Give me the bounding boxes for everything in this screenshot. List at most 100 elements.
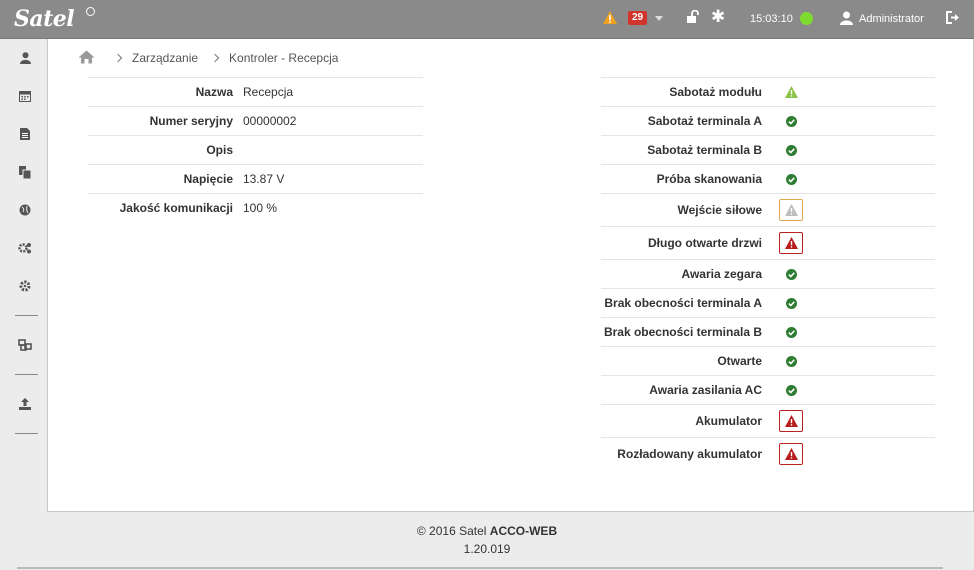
check-circle-icon	[779, 263, 803, 285]
footer: © 2016 Satel ACCO-WEB 1.20.019	[0, 522, 974, 558]
info-label: Jakość komunikacji	[119, 201, 233, 215]
logo-mark-icon	[86, 7, 95, 16]
check-circle-icon	[779, 292, 803, 314]
footer-copyright: © 2016 Satel	[416, 524, 487, 538]
check-circle-icon	[779, 139, 803, 161]
check-circle-icon	[779, 168, 803, 190]
footer-version: 1.20.019	[463, 542, 511, 556]
footer-product: ACCO-WEB	[489, 524, 558, 538]
sidebar-divider	[15, 433, 38, 434]
alarm-icon[interactable]	[779, 410, 803, 432]
status-row: Awaria zasilania AC	[601, 375, 935, 404]
info-row: Napięcie 13.87 V	[88, 164, 423, 193]
gear-icon	[19, 280, 31, 292]
clock: 15:03:10	[750, 13, 793, 25]
info-row: Jakość komunikacji 100 %	[88, 193, 423, 222]
status-row: Otwarte	[601, 346, 935, 375]
main-panel: Zarządzanie Kontroler - Recepcja Nazwa R…	[47, 39, 974, 512]
sidebar-divider	[15, 374, 38, 375]
sidebar-item-settings[interactable]	[17, 278, 33, 294]
alarm-icon[interactable]	[779, 443, 803, 465]
upload-icon	[19, 398, 31, 410]
info-row: Numer seryjny 00000002	[88, 106, 423, 135]
status-row: Sabotaż terminala B	[601, 135, 935, 164]
breadcrumb-current: Kontroler - Recepcja	[229, 51, 339, 65]
alarm-icon[interactable]	[779, 232, 803, 254]
connection-status-icon	[800, 12, 813, 25]
calendar-icon	[19, 91, 31, 102]
breadcrumb-item[interactable]: Zarządzanie	[132, 51, 198, 65]
sidebar-item-reports[interactable]	[17, 126, 33, 142]
unlock-icon[interactable]	[687, 9, 701, 29]
status-label: Rozładowany akumulator	[617, 447, 762, 461]
status-label: Awaria zegara	[681, 267, 763, 281]
copy-icon	[19, 165, 31, 179]
status-row: Akumulator	[601, 404, 935, 437]
info-value: Recepcja	[243, 85, 294, 99]
info-row: Opis	[88, 135, 423, 164]
sidebar-item-users[interactable]	[17, 50, 33, 66]
status-row: Rozładowany akumulator	[601, 437, 935, 470]
status-label: Sabotaż modułu	[669, 85, 762, 99]
status-label: Sabotaż terminala A	[647, 114, 762, 128]
network-icon	[17, 339, 32, 351]
status-row: Długo otwarte drzwi	[601, 226, 935, 259]
info-label: Napięcie	[183, 172, 233, 186]
check-circle-icon	[779, 379, 803, 401]
status-row: Awaria zegara	[601, 259, 935, 288]
status-label: Wejście siłowe	[677, 203, 763, 217]
status-row: Próba skanowania	[601, 164, 935, 193]
asterisk-icon[interactable]: ✱	[711, 7, 725, 27]
info-label: Opis	[206, 143, 233, 157]
user-icon[interactable]	[840, 11, 853, 30]
info-row: Nazwa Recepcja	[88, 77, 423, 106]
check-circle-icon	[779, 321, 803, 343]
globe-icon	[19, 204, 31, 216]
info-label: Numer seryjny	[149, 114, 233, 128]
controller-info-table: Nazwa Recepcja Numer seryjny 00000002 Op…	[88, 77, 423, 222]
status-row: Brak obecności terminala A	[601, 288, 935, 317]
warning-icon	[779, 81, 803, 103]
status-row: Sabotaż terminala A	[601, 106, 935, 135]
status-label: Brak obecności terminala B	[603, 325, 762, 339]
status-label: Akumulator	[695, 414, 762, 428]
chevron-down-icon[interactable]	[655, 16, 663, 21]
document-icon	[20, 128, 30, 140]
status-row: Brak obecności terminala B	[601, 317, 935, 346]
top-bar: Satel 29 ✱ 15:03:10 Administrator	[0, 0, 974, 39]
breadcrumb: Zarządzanie Kontroler - Recepcja	[78, 49, 338, 67]
sidebar	[0, 39, 48, 570]
user-name[interactable]: Administrator	[859, 13, 924, 25]
check-circle-icon	[779, 350, 803, 372]
chevron-right-icon	[113, 53, 123, 63]
info-value: 100 %	[243, 201, 278, 215]
satel-logo: Satel	[14, 6, 75, 32]
sidebar-divider	[15, 315, 38, 316]
user-icon	[19, 52, 31, 64]
warning-icon[interactable]	[603, 11, 617, 29]
status-row: Sabotaż modułu	[601, 77, 935, 106]
status-label: Brak obecności terminala A	[604, 296, 762, 310]
status-table: Sabotaż modułu Sabotaż terminala A Sabotaż…	[601, 77, 935, 470]
info-label: Nazwa	[195, 85, 233, 99]
status-label: Otwarte	[717, 354, 762, 368]
sidebar-item-copy[interactable]	[17, 164, 33, 180]
info-value: 13.87 V	[243, 172, 285, 186]
sidebar-item-configuration[interactable]	[17, 240, 33, 256]
info-value: 00000002	[243, 114, 297, 128]
sidebar-item-network[interactable]	[17, 202, 33, 218]
chevron-right-icon	[210, 53, 220, 63]
home-icon[interactable]	[78, 50, 95, 67]
status-label: Próba skanowania	[656, 172, 762, 186]
status-label: Awaria zasilania AC	[649, 383, 762, 397]
alarm-count-badge[interactable]: 29	[628, 11, 648, 25]
status-row: Wejście siłowe	[601, 193, 935, 226]
bottom-divider	[17, 567, 943, 569]
check-circle-icon	[779, 110, 803, 132]
sidebar-item-schedule[interactable]	[17, 88, 33, 104]
status-label: Sabotaż terminala B	[647, 143, 762, 157]
sidebar-item-devices[interactable]	[17, 337, 33, 353]
sidebar-item-upload[interactable]	[17, 396, 33, 412]
warning-icon[interactable]	[779, 199, 803, 221]
logout-icon[interactable]	[946, 11, 960, 29]
